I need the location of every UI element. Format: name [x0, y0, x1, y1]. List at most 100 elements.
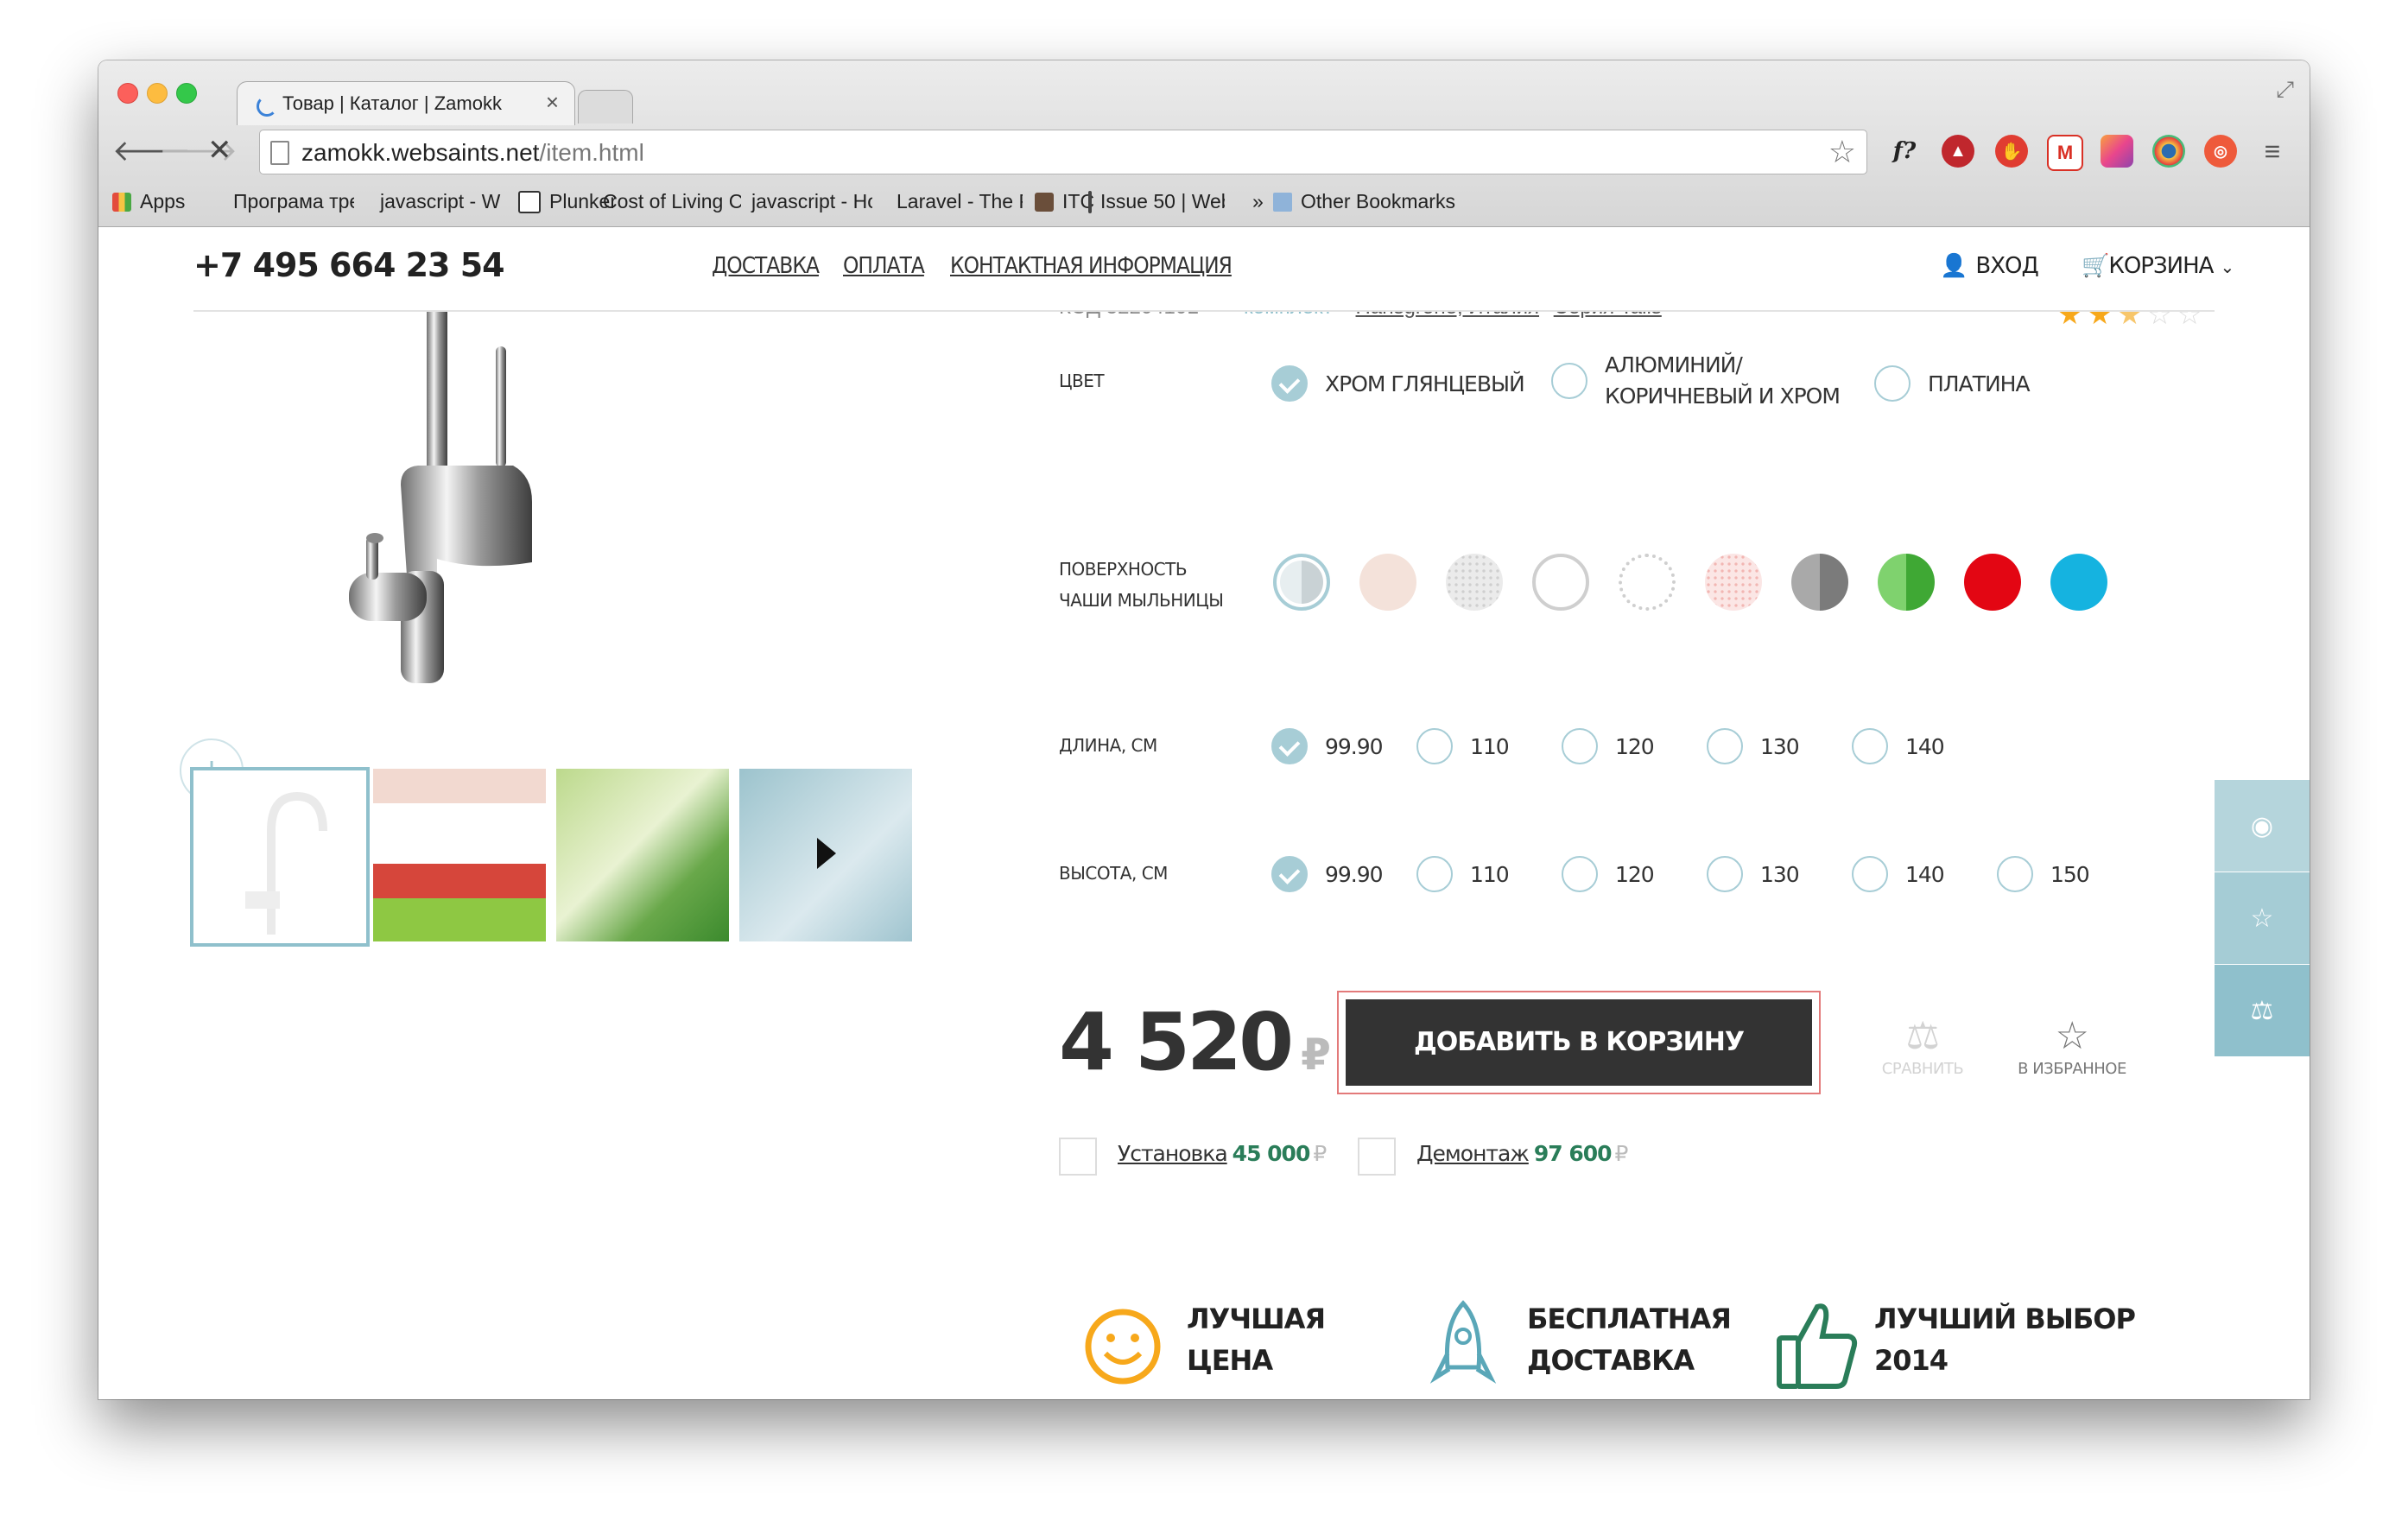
nav-contacts[interactable]: КОНТАКТНАЯ ИНФОРМАЦИЯ	[950, 253, 1233, 279]
fontface-ninja-icon[interactable]: f?	[1888, 135, 1921, 168]
color-option-1[interactable]: ХРОМ ГЛЯНЦЕВЫЙ	[1271, 365, 1525, 402]
install-option[interactable]: Установка 45 000 ₽	[1118, 1141, 1327, 1166]
rating-star-icon: ★	[2088, 312, 2118, 326]
benefit-free-delivery: БЕСПЛАТНАЯ ДОСТАВКА	[1527, 1303, 1732, 1377]
dismantle-checkbox[interactable]	[1358, 1138, 1396, 1176]
cart-icon: 🛒	[2082, 253, 2109, 279]
quick-view-button[interactable]: ◉	[2215, 780, 2310, 872]
height-value: 130	[1760, 861, 1800, 887]
side-favorite-button[interactable]: ☆	[2215, 872, 2310, 964]
radio-icon	[1416, 856, 1453, 892]
thumbnail-1[interactable]	[190, 767, 370, 947]
phone-number[interactable]: +7 495 664 23 54	[193, 246, 505, 284]
bookmark-issue-50[interactable]: Issue 50 | Web Deve	[1088, 190, 1225, 213]
radio-icon	[1551, 363, 1587, 399]
surface-swatch[interactable]	[1791, 554, 1848, 611]
sofa-extension-icon[interactable]: ▲	[1942, 135, 1974, 168]
login-link[interactable]: 👤 ВХОД	[1940, 253, 2039, 279]
tab-close-icon[interactable]: ×	[546, 89, 559, 116]
gmail-icon[interactable]: M	[2047, 135, 2083, 171]
minimize-window-button[interactable]	[147, 83, 168, 104]
plunker-icon	[518, 190, 541, 213]
color-extension-icon[interactable]	[2101, 135, 2133, 168]
thumbnail-2[interactable]	[373, 769, 546, 941]
bookmarks-more[interactable]: »	[1252, 190, 1264, 213]
surface-swatch[interactable]	[2050, 554, 2107, 611]
dismantle-option[interactable]: Демонтаж 97 600 ₽	[1416, 1141, 1628, 1166]
install-checkbox[interactable]	[1059, 1138, 1097, 1176]
bookmark-laravel[interactable]: Laravel - The PHP fr	[888, 190, 1023, 213]
stop-loading-button[interactable]: ✕	[207, 133, 232, 168]
header-divider	[193, 310, 2215, 312]
bookmark-star-icon[interactable]: ☆	[1828, 134, 1856, 170]
instagram-icon[interactable]: ◎	[2204, 135, 2237, 168]
bookmark-itc[interactable]: ITC	[1035, 190, 1094, 213]
surface-swatch[interactable]	[1705, 554, 1762, 611]
height-option[interactable]: 110	[1416, 856, 1510, 892]
benefit-best-price: ЛУЧШАЯ ЦЕНА	[1187, 1303, 1326, 1377]
browser-window: Товар | Каталог | Zamokk × ⤢ 🡐 🡒 ✕ zamok…	[98, 60, 2310, 1399]
rating-star-icon: ☆	[2177, 312, 2208, 326]
eye-icon: ◉	[2250, 811, 2274, 840]
favorite-button[interactable]: ☆ В ИЗБРАННОЕ	[2007, 1013, 2137, 1078]
site-header: +7 495 664 23 54 ДОСТАВКА ОПЛАТА КОНТАКТ…	[98, 227, 2310, 312]
price: 4 520 ₽	[1059, 996, 1331, 1088]
length-label: ДЛИНА, СМ	[1059, 735, 1157, 756]
bookmark-cost-of-living[interactable]: Cost of Living Comp	[594, 190, 741, 213]
radio-icon	[1707, 856, 1743, 892]
height-option[interactable]: 130	[1707, 856, 1800, 892]
url-text[interactable]: zamokk.websaints.net/item.html	[301, 139, 644, 167]
color-option-3[interactable]: ПЛАТИНА	[1874, 365, 2031, 402]
nav-payment[interactable]: ОПЛАТА	[843, 253, 925, 279]
height-value: 120	[1615, 861, 1655, 887]
surface-swatch[interactable]	[1878, 554, 1935, 611]
surface-label: ПОВЕРХНОСТЬ ЧАШИ МЫЛЬНИЦЫ	[1059, 559, 1224, 611]
side-compare-button[interactable]: ⚖	[2215, 965, 2310, 1056]
thumbnail-4[interactable]	[739, 769, 912, 941]
document-icon	[1088, 190, 1092, 213]
bookmark-apps[interactable]: Apps	[112, 190, 185, 213]
nav-delivery[interactable]: ДОСТАВКА	[712, 253, 820, 279]
cart-link[interactable]: 🛒КОРЗИНА ⌄	[2082, 253, 2234, 279]
length-option[interactable]: 120	[1562, 728, 1655, 764]
height-option[interactable]: 140	[1852, 856, 1945, 892]
length-option[interactable]: 99.90	[1271, 728, 1384, 764]
compare-button[interactable]: ⚖ СРАВНИТЬ	[1871, 1013, 1974, 1078]
thumbnail-3[interactable]	[556, 769, 729, 941]
length-value: 120	[1615, 733, 1655, 759]
adblock-hand-icon[interactable]: ✋	[1995, 135, 2028, 168]
surface-swatch[interactable]	[1359, 554, 1416, 611]
new-tab-button[interactable]	[578, 90, 633, 124]
zoom-window-button[interactable]	[176, 83, 197, 104]
product-image	[349, 312, 532, 683]
bookmark-js-what[interactable]: javascript - What i a	[371, 190, 501, 213]
surface-swatch[interactable]	[1532, 554, 1589, 611]
next-arrow-icon[interactable]	[817, 838, 836, 869]
height-option[interactable]: 120	[1562, 856, 1655, 892]
bookmark-other[interactable]: Other Bookmarks	[1273, 190, 1455, 213]
surface-swatch[interactable]	[1964, 554, 2021, 611]
tab-active[interactable]: Товар | Каталог | Zamokk ×	[237, 81, 575, 125]
length-option[interactable]: 130	[1707, 728, 1800, 764]
colorzilla-icon[interactable]	[2152, 135, 2185, 168]
add-to-cart-button[interactable]: ДОБАВИТЬ В КОРЗИНУ	[1337, 991, 1821, 1094]
color-option-2[interactable]: АЛЮМИНИЙ/ КОРИЧНЕВЫЙ И ХРОМ	[1551, 350, 1841, 412]
height-option[interactable]: 150	[1997, 856, 2090, 892]
close-window-button[interactable]	[117, 83, 138, 104]
surface-swatch[interactable]	[1446, 554, 1503, 611]
fullscreen-icon[interactable]: ⤢	[2276, 76, 2294, 104]
height-option[interactable]: 99.90	[1271, 856, 1384, 892]
surface-swatch[interactable]	[1619, 554, 1676, 611]
length-value: 110	[1470, 733, 1510, 759]
bookmark-js-how[interactable]: javascript - How to	[743, 190, 872, 213]
faucet-thumbnail-image	[245, 791, 327, 935]
menu-icon[interactable]: ≡	[2256, 135, 2289, 168]
tab-title: Товар | Каталог | Zamokk	[282, 92, 502, 114]
radio-icon	[1416, 728, 1453, 764]
length-option[interactable]: 140	[1852, 728, 1945, 764]
length-option[interactable]: 110	[1416, 728, 1510, 764]
surface-swatch[interactable]	[1273, 554, 1330, 611]
bookmark-program[interactable]: Програма тренуван	[225, 190, 354, 213]
address-bar[interactable]: zamokk.websaints.net/item.html ☆	[259, 130, 1867, 174]
height-value: 110	[1470, 861, 1510, 887]
